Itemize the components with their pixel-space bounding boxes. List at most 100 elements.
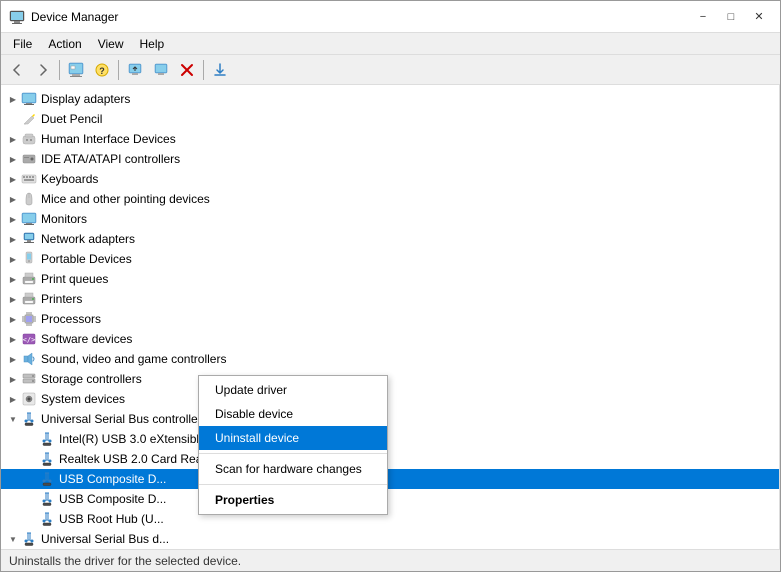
tree-item-network-adapters[interactable]: Network adapters [1, 229, 779, 249]
tree-toggle-processors[interactable] [5, 311, 21, 327]
tree-item-human-interface[interactable]: Human Interface Devices [1, 129, 779, 149]
ctx-disable-device[interactable]: Disable device [199, 402, 387, 426]
device-icon-usb-controllers-2 [21, 531, 37, 547]
tree-toggle-usb-controllers[interactable] [5, 411, 21, 427]
device-icon-storage-controllers [21, 371, 37, 387]
tree-toggle-monitors[interactable] [5, 211, 21, 227]
device-tree[interactable]: Display adaptersDuet Pencil Human Interfa… [1, 85, 780, 549]
device-icon-usb-root-hub [39, 511, 55, 527]
tree-toggle-print-queues[interactable] [5, 271, 21, 287]
tree-toggle-human-interface[interactable] [5, 131, 21, 147]
help-button[interactable]: ? [90, 58, 114, 82]
toolbar-separator-1 [59, 60, 60, 80]
device-manager-window: Device Manager − □ ✕ File Action View He… [0, 0, 781, 572]
status-bar: Uninstalls the driver for the selected d… [1, 549, 780, 571]
device-icon-network-adapters [21, 231, 37, 247]
tree-item-portable-devices[interactable]: Portable Devices [1, 249, 779, 269]
back-button[interactable] [5, 58, 29, 82]
device-icon-software-devices: </> [21, 331, 37, 347]
tree-item-software-devices[interactable]: </>Software devices [1, 329, 779, 349]
tree-item-intel-usb3[interactable]: Intel(R) USB 3.0 eXtensible Host Control… [1, 429, 779, 449]
tree-label-portable-devices: Portable Devices [41, 252, 132, 266]
download-button[interactable] [208, 58, 232, 82]
tree-item-ide-atapi[interactable]: IDE ATA/ATAPI controllers [1, 149, 779, 169]
tree-item-monitors[interactable]: Monitors [1, 209, 779, 229]
tree-item-realtek-usb[interactable]: Realtek USB 2.0 Card Reader [1, 449, 779, 469]
window-controls: − □ ✕ [690, 7, 772, 27]
update-driver-button[interactable] [123, 58, 147, 82]
device-icon-duet-pencil [21, 111, 37, 127]
menu-help[interactable]: Help [132, 33, 173, 55]
menu-bar: File Action View Help [1, 33, 780, 55]
tree-item-storage-controllers[interactable]: Storage controllers [1, 369, 779, 389]
tree-toggle-portable-devices[interactable] [5, 251, 21, 267]
device-icon-processors [21, 311, 37, 327]
minimize-button[interactable]: − [690, 7, 716, 27]
tree-item-usb-root-hub[interactable]: USB Root Hub (U... [1, 509, 779, 529]
ctx-scan-hardware[interactable]: Scan for hardware changes [199, 457, 387, 481]
tree-item-processors[interactable]: Processors [1, 309, 779, 329]
tree-item-usb-controllers-2[interactable]: Universal Serial Bus d... [1, 529, 779, 549]
forward-button[interactable] [31, 58, 55, 82]
status-text: Uninstalls the driver for the selected d… [9, 554, 241, 568]
tree-toggle-network-adapters[interactable] [5, 231, 21, 247]
device-icon-monitors [21, 211, 37, 227]
tree-item-system-devices[interactable]: System devices [1, 389, 779, 409]
tree-item-mice[interactable]: Mice and other pointing devices [1, 189, 779, 209]
tree-item-usb-controllers[interactable]: Universal Serial Bus controllers [1, 409, 779, 429]
content-area: Display adaptersDuet Pencil Human Interfa… [1, 85, 780, 549]
tree-label-processors: Processors [41, 312, 101, 326]
ctx-separator-after-uninstall-device [199, 453, 387, 454]
tree-label-usb-controllers-2: Universal Serial Bus d... [41, 532, 169, 546]
toolbar-separator-3 [203, 60, 204, 80]
tree-label-monitors: Monitors [41, 212, 87, 226]
uninstall-button[interactable] [175, 58, 199, 82]
tree-item-usb-composite-2[interactable]: USB Composite D... [1, 489, 779, 509]
device-icon-portable-devices [21, 251, 37, 267]
tree-toggle-printers[interactable] [5, 291, 21, 307]
svg-text:?: ? [99, 66, 105, 76]
ctx-properties[interactable]: Properties [199, 488, 387, 512]
device-icon-printers [21, 291, 37, 307]
ctx-separator-after-scan-hardware [199, 484, 387, 485]
scan-button[interactable] [149, 58, 173, 82]
menu-file[interactable]: File [5, 33, 40, 55]
ctx-uninstall-device[interactable]: Uninstall device [199, 426, 387, 450]
menu-view[interactable]: View [90, 33, 132, 55]
tree-item-display-adapters[interactable]: Display adapters [1, 89, 779, 109]
tree-label-usb-composite-2: USB Composite D... [59, 492, 166, 506]
tree-label-usb-controllers: Universal Serial Bus controllers [41, 412, 208, 426]
tree-toggle-sound-video[interactable] [5, 351, 21, 367]
tree-item-duet-pencil[interactable]: Duet Pencil [1, 109, 779, 129]
tree-toggle-mice[interactable] [5, 191, 21, 207]
properties-button[interactable] [64, 58, 88, 82]
tree-item-sound-video[interactable]: Sound, video and game controllers [1, 349, 779, 369]
tree-label-sound-video: Sound, video and game controllers [41, 352, 226, 366]
title-text: Device Manager [31, 10, 690, 24]
tree-toggle-software-devices[interactable] [5, 331, 21, 347]
tree-toggle-system-devices[interactable] [5, 391, 21, 407]
device-icon-sound-video [21, 351, 37, 367]
ctx-update-driver[interactable]: Update driver [199, 378, 387, 402]
tree-toggle-storage-controllers[interactable] [5, 371, 21, 387]
tree-item-usb-composite-1[interactable]: USB Composite D... [1, 469, 779, 489]
tree-label-printers: Printers [41, 292, 82, 306]
tree-toggle-usb-controllers-2[interactable] [5, 531, 21, 547]
maximize-button[interactable]: □ [718, 7, 744, 27]
tree-label-mice: Mice and other pointing devices [41, 192, 210, 206]
tree-item-keyboards[interactable]: Keyboards [1, 169, 779, 189]
toolbar: ? [1, 55, 780, 85]
tree-toggle-keyboards[interactable] [5, 171, 21, 187]
tree-item-printers[interactable]: Printers [1, 289, 779, 309]
tree-label-storage-controllers: Storage controllers [41, 372, 142, 386]
tree-label-human-interface: Human Interface Devices [41, 132, 176, 146]
app-icon [9, 9, 25, 25]
toolbar-separator-2 [118, 60, 119, 80]
tree-label-print-queues: Print queues [41, 272, 108, 286]
tree-item-print-queues[interactable]: Print queues [1, 269, 779, 289]
tree-toggle-display-adapters[interactable] [5, 91, 21, 107]
menu-action[interactable]: Action [40, 33, 89, 55]
device-icon-system-devices [21, 391, 37, 407]
close-button[interactable]: ✕ [746, 7, 772, 27]
tree-toggle-ide-atapi[interactable] [5, 151, 21, 167]
